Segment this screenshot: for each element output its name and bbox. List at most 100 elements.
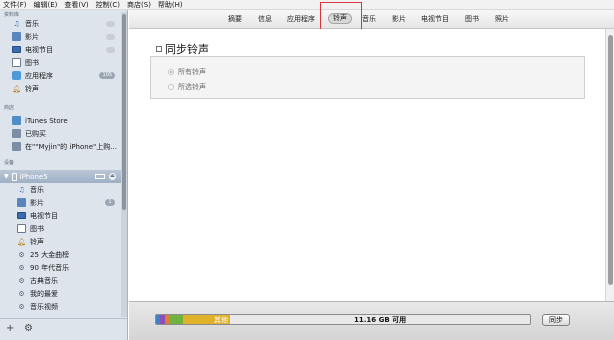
add-playlist-button[interactable]: + — [6, 323, 14, 334]
purchased-icon — [12, 142, 21, 151]
count-badge: 105 — [99, 72, 115, 79]
tab-summary[interactable]: 摘要 — [228, 14, 242, 24]
capacity-meter: 其他 11.16 GB 可用 — [155, 314, 531, 325]
radio-button[interactable] — [168, 84, 174, 90]
sidebar-item-label: 铃声 — [30, 237, 44, 246]
sidebar-item-purchased[interactable]: 已购买 — [0, 127, 121, 140]
sidebar-item-label: 我的最爱 — [30, 289, 58, 298]
count-badge: 1 — [105, 199, 115, 206]
sidebar-item-tv-shows[interactable]: 电视节目 — [0, 43, 121, 56]
tab-tv-shows[interactable]: 电视节目 — [421, 14, 449, 24]
option-all-ringtones[interactable]: 所有铃声 — [168, 67, 206, 77]
menu-edit[interactable]: 编辑(E) — [34, 0, 58, 10]
device-playlist-90s[interactable]: ⚙ 90 年代音乐 — [0, 261, 121, 274]
menu-help[interactable]: 帮助(H) — [158, 0, 183, 10]
cloud-icon — [106, 20, 115, 27]
device-item-music[interactable]: ♫ 音乐 — [0, 183, 121, 196]
disclosure-triangle-icon[interactable]: ▼ — [4, 173, 9, 180]
device-item-books[interactable]: 图书 — [0, 222, 121, 235]
capacity-other-label: 其他 — [214, 316, 228, 324]
sidebar-item-label: 古典音乐 — [30, 276, 58, 285]
menu-file[interactable]: 文件(F) — [3, 0, 27, 10]
sidebar-item-label: iTunes Store — [25, 116, 68, 125]
sidebar-item-itunes-store[interactable]: iTunes Store — [0, 114, 121, 127]
sidebar-item-label: 音乐 — [25, 19, 39, 28]
tab-movies[interactable]: 影片 — [392, 14, 406, 24]
bell-icon: 🔔︎ — [12, 84, 21, 93]
purchased-icon — [12, 129, 21, 138]
option-selected-ringtones[interactable]: 所选铃声 — [168, 82, 206, 92]
sync-ringtones-label: 同步铃声 — [165, 43, 209, 56]
app-icon — [12, 71, 21, 80]
sidebar-item-movies[interactable]: 影片 — [0, 30, 121, 43]
checkbox-box[interactable] — [156, 46, 162, 52]
sidebar-footer: + ⚙ — [0, 318, 127, 340]
capacity-bar-area: 其他 11.16 GB 可用 同步 — [129, 301, 614, 340]
device-playlist-music-videos[interactable]: ⚙ 音乐视频 — [0, 300, 121, 313]
tab-info[interactable]: 信息 — [258, 14, 272, 24]
eject-icon[interactable]: ⏏ — [109, 173, 116, 180]
film-icon — [17, 198, 26, 207]
menu-bar: 文件(F) 编辑(E) 查看(V) 控制(C) 商店(S) 帮助(H) — [0, 0, 614, 10]
sidebar-item-label: 音乐 — [30, 185, 44, 194]
device-name: iPhone5 — [19, 172, 48, 181]
gear-icon: ⚙ — [18, 276, 25, 285]
sidebar-item-apps[interactable]: 应用程序 105 — [0, 69, 121, 82]
music-note-icon: ♫ — [18, 185, 25, 194]
devices-section-header: 设备 — [4, 160, 15, 166]
ringtones-pane: 同步铃声 所有铃声 所选铃声 — [129, 29, 605, 301]
sidebar-item-label: 应用程序 — [25, 71, 53, 80]
sidebar-item-label: 25 大金曲榜 — [30, 250, 70, 259]
menu-view[interactable]: 查看(V) — [64, 0, 88, 10]
tab-music[interactable]: 音乐 — [362, 14, 376, 24]
gear-icon: ⚙ — [18, 289, 25, 298]
gear-icon: ⚙ — [18, 263, 25, 272]
sidebar-item-device[interactable]: ▼ iPhone5 ⏏ — [0, 170, 121, 183]
cloud-icon — [106, 46, 115, 53]
sidebar-item-label: 已购买 — [25, 129, 46, 138]
tab-books[interactable]: 图书 — [465, 14, 479, 24]
sidebar-item-label: 图书 — [25, 58, 39, 67]
cloud-icon — [106, 33, 115, 40]
radio-button[interactable] — [168, 69, 174, 75]
store-section-header: 商店 — [4, 105, 15, 111]
sidebar-item-label: 图书 — [30, 224, 44, 233]
menu-controls[interactable]: 控制(C) — [96, 0, 120, 10]
sidebar-scrollbar[interactable] — [121, 12, 127, 317]
device-tab-bar: 摘要 信息 应用程序 铃声 音乐 影片 电视节目 图书 照片 — [129, 10, 614, 29]
sync-button[interactable]: 同步 — [542, 314, 570, 326]
main-scrollbar[interactable] — [605, 29, 614, 301]
device-item-tv-shows[interactable]: 电视节目 — [0, 209, 121, 222]
music-note-icon: ♫ — [13, 19, 20, 28]
sidebar-item-purchased-on-device[interactable]: 在""Myjin"的 iPhone"上购... — [0, 140, 121, 153]
option-label: 所选铃声 — [178, 83, 206, 91]
bell-icon: 🔔︎ — [17, 237, 26, 246]
sidebar-item-label: 电视节目 — [30, 211, 58, 220]
device-item-movies[interactable]: 影片 1 — [0, 196, 121, 209]
sidebar-item-label: 在""Myjin"的 iPhone"上购... — [25, 142, 117, 151]
menu-store[interactable]: 商店(S) — [127, 0, 151, 10]
sidebar-item-music[interactable]: ♫ 音乐 — [0, 17, 121, 30]
sidebar-item-ringtones[interactable]: 🔔︎ 铃声 — [0, 82, 121, 95]
capacity-free-label: 11.16 GB 可用 — [354, 316, 407, 324]
book-icon — [17, 224, 26, 233]
gear-icon: ⚙ — [18, 302, 25, 311]
sidebar-item-books[interactable]: 图书 — [0, 56, 121, 69]
sidebar-item-label: 影片 — [30, 198, 44, 207]
device-item-ringtones[interactable]: 🔔︎ 铃声 — [0, 235, 121, 248]
gear-icon: ⚙ — [18, 250, 25, 259]
book-icon — [12, 58, 21, 67]
tab-apps[interactable]: 应用程序 — [287, 14, 315, 24]
device-playlist-favorites[interactable]: ⚙ 我的最爱 — [0, 287, 121, 300]
sidebar: 资料库 ♫ 音乐 影片 电视节目 图书 应用程序 105 🔔︎ 铃声 商店 iT… — [0, 10, 128, 340]
scrollbar-thumb[interactable] — [122, 14, 126, 210]
store-icon — [12, 116, 21, 125]
settings-gear-button[interactable]: ⚙ — [24, 323, 33, 334]
sidebar-item-label: 90 年代音乐 — [30, 263, 70, 272]
device-playlist-top25[interactable]: ⚙ 25 大金曲榜 — [0, 248, 121, 261]
tab-photos[interactable]: 照片 — [495, 14, 509, 24]
sidebar-item-label: 铃声 — [25, 84, 39, 93]
sync-ringtones-checkbox[interactable]: 同步铃声 — [156, 41, 209, 57]
scrollbar-thumb[interactable] — [608, 35, 613, 285]
device-playlist-classical[interactable]: ⚙ 古典音乐 — [0, 274, 121, 287]
